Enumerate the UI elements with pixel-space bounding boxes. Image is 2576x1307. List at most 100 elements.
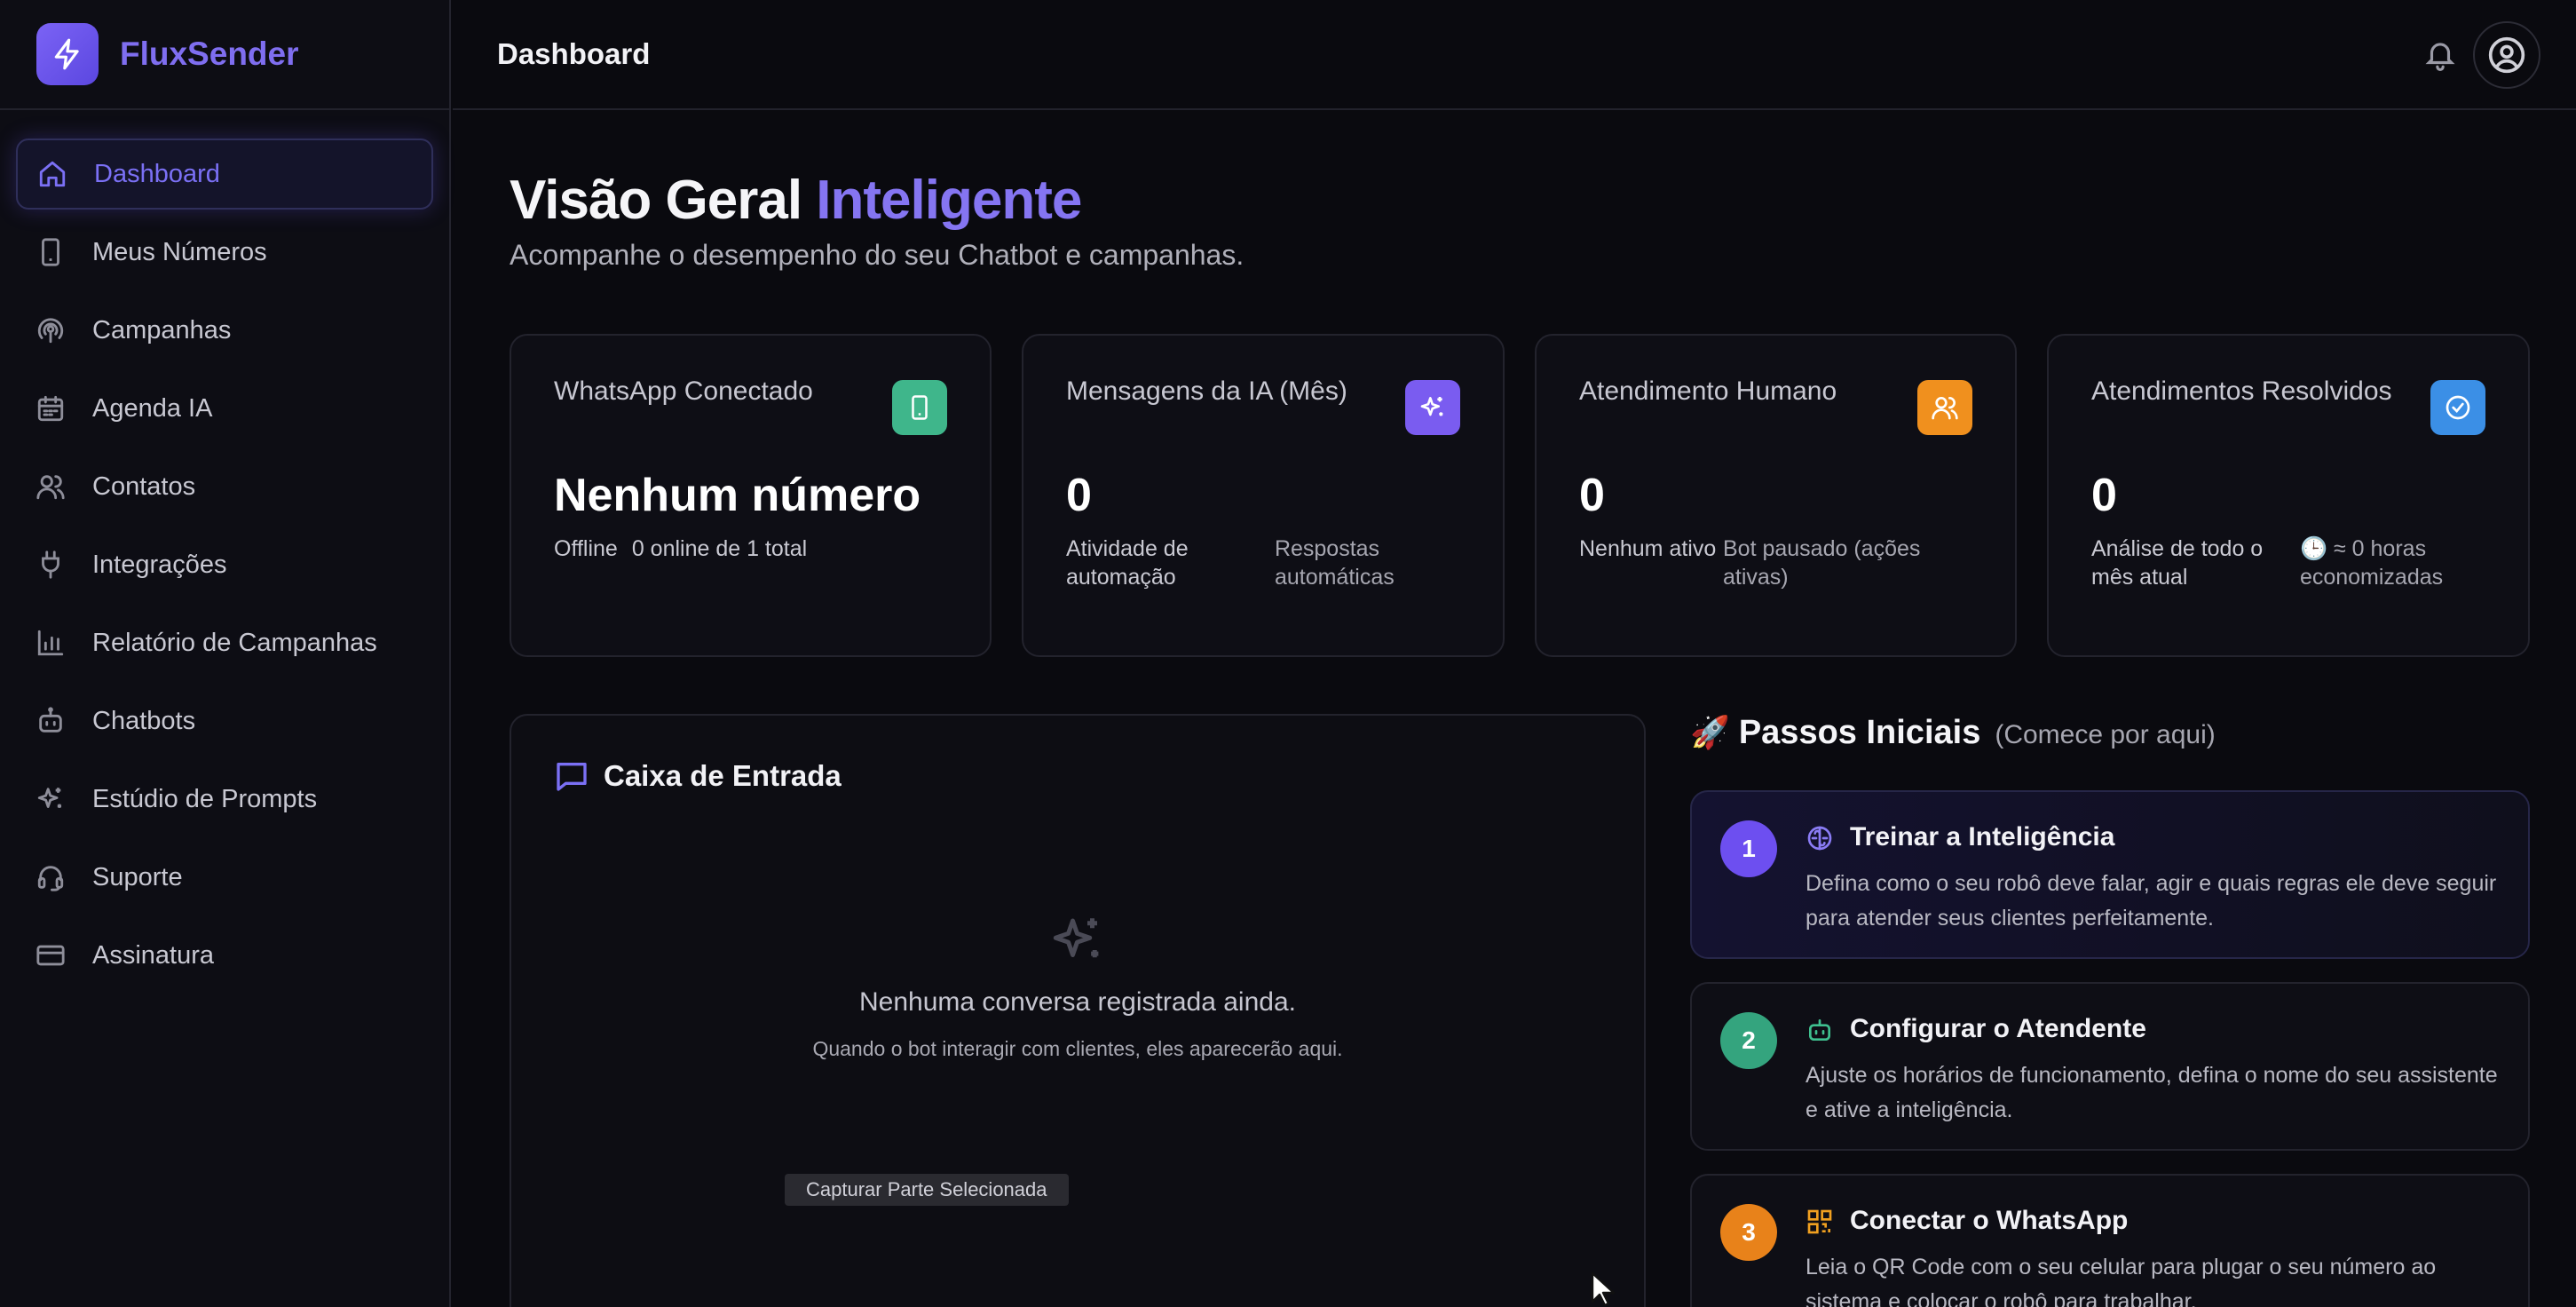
sidebar-item-label: Relatório de Campanhas [92, 628, 377, 657]
page-subtitle: Acompanhe o desempenho do seu Chatbot e … [510, 239, 1245, 271]
card-title: Mensagens da IA (Mês) [1066, 376, 1347, 406]
card-value: Nenhum número [554, 470, 921, 521]
bell-icon [2425, 43, 2455, 71]
sidebar-item-estudio-de-prompts[interactable]: Estúdio de Prompts [16, 764, 433, 835]
getting-started-header: 🚀 Passos Iniciais (Comece por aqui) [1690, 714, 2530, 767]
inbox-panel: Caixa de Entrada Nenhuma conversa regist… [510, 714, 1646, 1307]
brand[interactable]: FluxSender [0, 0, 449, 110]
step-title: Configurar o Atendente [1850, 1014, 2146, 1043]
check-circle-icon [2446, 395, 2470, 420]
sparkles-icon [1053, 918, 1099, 958]
mouse-cursor-icon [1591, 1271, 1616, 1307]
users-icon [36, 475, 65, 500]
card-footer-primary: Análise de todo o mês atual [2091, 536, 2264, 590]
sidebar-item-label: Suporte [92, 862, 183, 891]
card-icon-badge [1917, 380, 1972, 435]
stat-card-ai-messages: Mensagens da IA (Mês) 0 Atividade de aut… [1022, 334, 1505, 657]
getting-started-hint: (Comece por aqui) [1995, 720, 2216, 749]
card-value: 0 [2091, 470, 2117, 521]
card-footer: Atividade de automação Respostas automát… [1066, 535, 1460, 591]
card-title: Atendimento Humano [1579, 376, 1837, 406]
sidebar-item-meus-numeros[interactable]: Meus Números [16, 217, 433, 288]
card-title: WhatsApp Conectado [554, 376, 813, 406]
capture-selection-button[interactable]: Capturar Parte Selecionada [785, 1174, 1069, 1206]
sparkles-icon [37, 788, 62, 808]
message-square-icon [557, 763, 587, 791]
card-footer-secondary: 🕒 ≈ 0 horas economizadas [2299, 536, 2444, 590]
inbox-empty-state: Nenhuma conversa registrada ainda. Quand… [511, 911, 1644, 1061]
page-title-accent: Inteligente [816, 170, 1082, 231]
sidebar-item-campanhas[interactable]: Campanhas [16, 295, 433, 366]
step-description: Defina como o seu robô deve falar, agir … [1806, 871, 2497, 931]
header-title: Dashboard [497, 37, 651, 70]
empty-state-title: Nenhuma conversa registrada ainda. [859, 987, 1296, 1017]
card-footer-primary: Offline [554, 536, 618, 561]
stat-card-human-service: Atendimento Humano 0 Nenhum ativo Bot pa… [1535, 334, 2017, 657]
step-number: 1 [1720, 820, 1777, 877]
page-title: Visão Geral Inteligente [510, 169, 2530, 232]
credit-card-icon [36, 945, 65, 966]
sidebar-item-chatbots[interactable]: Chatbots [16, 685, 433, 756]
sparkles-icon [1420, 397, 1443, 416]
user-circle-icon [2488, 36, 2525, 74]
page-title-plain: Visão Geral [510, 170, 802, 231]
step-title: Conectar o WhatsApp [1850, 1206, 2129, 1235]
top-header: Dashboard [453, 0, 2576, 110]
step-card-configure-attendant[interactable]: 2 Configurar o Atendente Ajuste os horár… [1690, 982, 2530, 1151]
calendar-icon [37, 395, 64, 422]
brand-logo [36, 23, 99, 85]
card-icon-badge [2430, 380, 2485, 435]
step-number: 2 [1720, 1012, 1777, 1069]
lightning-icon [54, 38, 79, 70]
main-content: Visão Geral Inteligente Acompanhe o dese… [510, 110, 2530, 1307]
step-card-train-ai[interactable]: 1 Treinar a Inteligência Defina como o s… [1690, 790, 2530, 959]
sidebar: FluxSender Dashboard Meus Números Campan… [0, 0, 451, 1307]
broadcast-icon [37, 318, 64, 344]
sidebar-nav: Dashboard Meus Números Campanhas Agenda … [0, 110, 449, 991]
card-footer: Nenhum ativo Bot pausado (ações ativas) [1579, 535, 1972, 591]
qr-code-icon [1807, 1209, 1832, 1234]
lower-section: Caixa de Entrada Nenhuma conversa regist… [510, 714, 2530, 1307]
step-card-connect-whatsapp[interactable]: 3 Conectar o WhatsApp Leia o QR Code com… [1690, 1174, 2530, 1307]
sidebar-item-label: Meus Números [92, 237, 267, 266]
step-description: Leia o QR Code com o seu celular para pl… [1806, 1255, 2437, 1307]
inbox-header: Caixa de Entrada [554, 758, 842, 794]
smartphone-icon [42, 238, 59, 266]
card-icon-badge [1405, 380, 1460, 435]
getting-started: 🚀 Passos Iniciais (Comece por aqui) 1 Tr… [1690, 714, 2530, 1307]
bar-chart-icon [37, 630, 64, 656]
brain-icon [1807, 826, 1832, 851]
sidebar-item-suporte[interactable]: Suporte [16, 842, 433, 913]
brand-name: FluxSender [120, 36, 299, 72]
step-number: 3 [1720, 1204, 1777, 1261]
sidebar-item-dashboard[interactable]: Dashboard [16, 139, 433, 210]
sidebar-item-relatorio-de-campanhas[interactable]: Relatório de Campanhas [16, 607, 433, 678]
sidebar-item-contatos[interactable]: Contatos [16, 451, 433, 522]
sidebar-item-label: Campanhas [92, 315, 232, 345]
rocket-icon: 🚀 [1690, 714, 1730, 750]
sidebar-item-agenda-ia[interactable]: Agenda IA [16, 373, 433, 444]
sidebar-item-label: Contatos [92, 471, 196, 501]
sidebar-item-label: Chatbots [92, 706, 196, 735]
stat-cards: WhatsApp Conectado Nenhum número Offline… [510, 334, 2530, 657]
card-icon-badge [892, 380, 947, 435]
sidebar-item-label: Estúdio de Prompts [92, 784, 318, 813]
sidebar-item-assinatura[interactable]: Assinatura [16, 920, 433, 991]
step-description: Ajuste os horários de funcionamento, def… [1806, 1063, 2498, 1122]
sidebar-item-label: Dashboard [94, 159, 220, 188]
inbox-title: Caixa de Entrada [604, 759, 842, 792]
notifications-button[interactable] [2423, 37, 2457, 71]
stat-card-resolved: Atendimentos Resolvidos 0 Análise de tod… [2047, 334, 2530, 657]
card-footer-secondary: Respostas automáticas [1274, 536, 1395, 590]
step-title: Treinar a Inteligência [1850, 822, 2115, 852]
bot-icon [1809, 1019, 1830, 1041]
card-footer-secondary: 0 online de 1 total [631, 536, 808, 561]
card-footer-secondary: Bot pausado (ações ativas) [1723, 536, 1921, 590]
account-button[interactable] [2473, 21, 2540, 89]
sidebar-item-label: Agenda IA [92, 393, 213, 423]
card-footer-primary: Nenhum ativo [1579, 536, 1717, 561]
sidebar-item-integracoes[interactable]: Integrações [16, 529, 433, 600]
card-value: 0 [1579, 470, 1605, 521]
sidebar-item-label: Assinatura [92, 940, 215, 970]
home-icon [39, 161, 66, 187]
